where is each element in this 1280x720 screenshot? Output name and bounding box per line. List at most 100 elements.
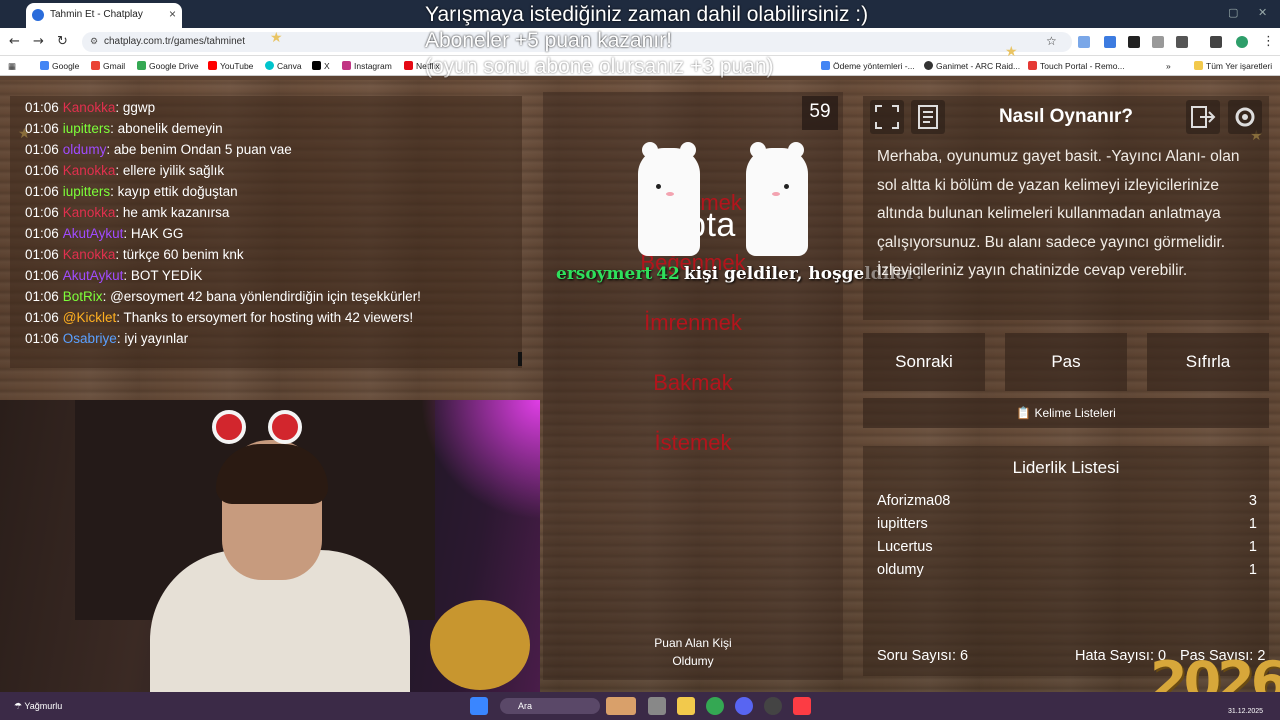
profile-avatar[interactable]	[1236, 36, 1248, 48]
chat-username: BotRix	[62, 289, 103, 304]
apps-icon[interactable]: ▦	[8, 61, 16, 72]
weather-widget[interactable]: ☂ Yağmurlu	[14, 701, 62, 712]
drive-icon	[137, 61, 146, 70]
maximize-icon[interactable]: ▢	[1228, 6, 1242, 20]
cat-ear	[788, 142, 804, 158]
cat-sticker	[638, 142, 700, 256]
announcement-line-2: Aboneler +5 puan kazanır!	[425, 29, 672, 52]
bookmark-instagram[interactable]: Instagram	[342, 61, 392, 71]
bookmark-canva[interactable]: Canva	[265, 61, 302, 71]
forbidden-word: İstemek	[654, 430, 732, 455]
rain-icon: ☂	[14, 701, 25, 711]
chat-message: 01:06 BotRix: @ersoymert 42 bana yönlendi…	[25, 289, 421, 304]
forbidden-word: Bakmak	[653, 370, 733, 395]
gmail-icon	[91, 61, 100, 70]
forward-icon[interactable]: →	[33, 34, 44, 49]
chat-message: 01:06 Kanokka: ggwp	[25, 100, 156, 115]
host-viewer-count: 42	[656, 264, 680, 284]
bookmark-youtube[interactable]: YouTube	[208, 61, 253, 71]
reset-button[interactable]: Sıfırla	[1147, 333, 1269, 391]
extension-icon[interactable]	[1128, 36, 1140, 48]
extension-icon[interactable]	[1078, 36, 1090, 48]
clipboard-icon: 📋	[1016, 406, 1035, 420]
chat-message: 01:06 AkutAykut: HAK GG	[25, 226, 184, 241]
bookmark-google[interactable]: Google	[40, 61, 79, 71]
bookmark-ganimet[interactable]: Ganimet - ARC Raid...	[924, 61, 1020, 71]
touch-portal-icon	[1028, 61, 1037, 70]
chat-username: Kanokka	[62, 247, 116, 262]
announcement-line-1: Yarışmaya istediğiniz zaman dahil olabil…	[425, 3, 869, 26]
back-icon[interactable]: ←	[9, 34, 20, 49]
word-lists-button[interactable]: 📋 Kelime Listeleri	[863, 398, 1269, 428]
site-info-icon[interactable]: ⚙	[90, 36, 98, 47]
question-count: Soru Sayısı: 6	[877, 648, 969, 664]
santa-headband-icon	[268, 410, 302, 444]
tab-title: Tahmin Et - Chatplay	[50, 9, 143, 20]
chat-message: 01:06 Kanokka: türkçe 60 benim knk	[25, 247, 244, 262]
host-username: ersoymert	[556, 264, 653, 284]
reload-icon[interactable]: ↻	[57, 34, 68, 49]
chat-username: iupitters	[62, 184, 111, 199]
file-explorer-icon[interactable]	[677, 697, 695, 715]
chat-message: 01:06 iupitters: abonelik demeyin	[25, 121, 223, 136]
obs-icon[interactable]	[764, 697, 782, 715]
streamer-hair	[216, 444, 328, 504]
discord-icon[interactable]	[735, 697, 753, 715]
taskbar-date: 31.12.2025	[1228, 708, 1264, 715]
bookmark-gmail[interactable]: Gmail	[91, 61, 125, 71]
next-button[interactable]: Sonraki	[863, 333, 985, 391]
chat-username: Osabriye	[62, 331, 117, 346]
scorer-label: Puan Alan Kişi	[654, 636, 732, 650]
extensions-puzzle-icon[interactable]	[1176, 36, 1188, 48]
bookmark-star-icon[interactable]: ☆	[1046, 34, 1057, 48]
chat-username: oldumy	[62, 142, 107, 157]
howto-text: Merhaba, oyunumuz gayet basit. -Yayıncı …	[877, 148, 1240, 279]
santa-headband-icon	[212, 410, 246, 444]
howto-title: Nasıl Oynanır?	[998, 106, 1134, 127]
star-ornament-icon: ★	[270, 30, 283, 46]
bookmark-touch-portal[interactable]: Touch Portal - Remo...	[1028, 61, 1125, 71]
start-icon[interactable]	[470, 697, 488, 715]
cat-sticker	[746, 142, 808, 256]
pass-button[interactable]: Pas	[1005, 333, 1127, 391]
browser-tab[interactable]: Tahmin Et - Chatplay ×	[26, 3, 182, 28]
scorer-box: Puan Alan Kişi Oldumy	[543, 634, 843, 670]
chat-username: Kanokka	[62, 163, 116, 178]
reading-list-icon[interactable]	[1210, 36, 1222, 48]
chat-username: iupitters	[62, 121, 111, 136]
chrome-icon[interactable]	[706, 697, 724, 715]
leaderboard-row: Lucertus 1	[877, 539, 1257, 555]
extension-icon[interactable]	[1152, 36, 1164, 48]
taskbar-search[interactable]: Ara	[500, 698, 600, 714]
cat-eye	[784, 184, 789, 189]
music-icon[interactable]	[793, 697, 811, 715]
forbidden-word: İmrenmek	[644, 310, 742, 335]
chat-message: 01:06 Kanokka: ellere iyilik sağlık	[25, 163, 225, 178]
chat-message: 01:06 AkutAykut: BOT YEDİK	[25, 268, 203, 283]
extension-icon[interactable]	[1104, 36, 1116, 48]
all-bookmarks[interactable]: Tüm Yer işaretleri	[1194, 61, 1272, 71]
teddy-bear	[430, 600, 530, 690]
more-bookmarks-icon[interactable]: »	[1166, 61, 1171, 71]
cat-cheek	[772, 192, 780, 196]
bookmark-google-drive[interactable]: Google Drive	[137, 61, 199, 71]
chat-message: 01:06 Osabriye: iyi yayınlar	[25, 331, 189, 346]
google-icon	[40, 61, 49, 70]
folder-icon	[1194, 61, 1203, 70]
windows-taskbar: ☂ Yağmurlu Ara 31.12.2025	[0, 692, 1280, 720]
widget-icon[interactable]	[606, 697, 636, 715]
chat-scrollbar[interactable]	[518, 352, 522, 366]
menu-icon[interactable]: ⋮	[1262, 34, 1275, 49]
chat-username: Kanokka	[62, 205, 116, 220]
chat-message: 01:06 oldumy: abe benim Ondan 5 puan vae	[25, 142, 292, 157]
cat-ear	[750, 142, 766, 158]
close-tab-icon[interactable]: ×	[169, 7, 176, 21]
announcement-line-3: (oyun sonu abone olursanız +3 puan)	[425, 55, 774, 78]
close-window-icon[interactable]: ✕	[1258, 6, 1272, 20]
x-icon	[312, 61, 321, 70]
chatplay-favicon-icon	[32, 9, 44, 21]
url-text: chatplay.com.tr/games/tahminet	[104, 36, 245, 47]
task-view-icon[interactable]	[648, 697, 666, 715]
cat-ear	[642, 142, 658, 158]
bookmark-x[interactable]: X	[312, 61, 330, 71]
